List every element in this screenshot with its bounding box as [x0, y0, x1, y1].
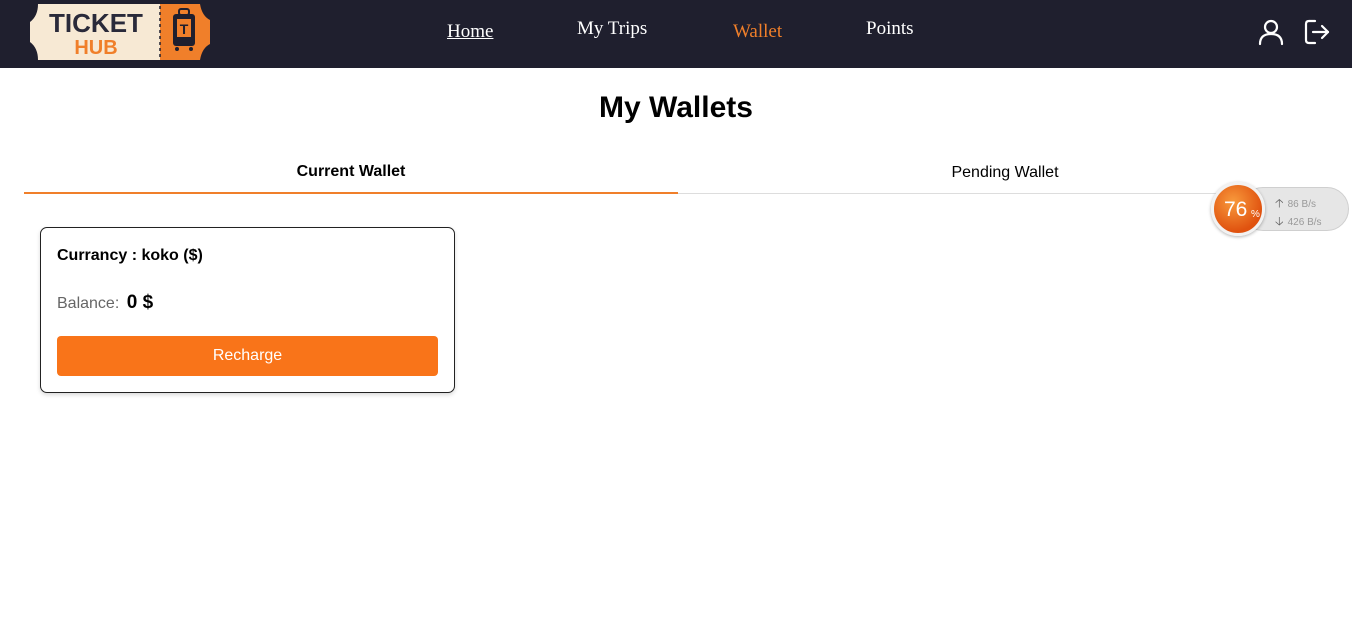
network-speed-widget[interactable]: 🡡 86 B/s 🡣 426 B/s 76 %	[1211, 182, 1349, 236]
logout-icon[interactable]	[1303, 18, 1331, 46]
wallet-balance: Balance: 0 $	[57, 292, 153, 314]
page-title: My Wallets	[599, 91, 753, 124]
download-speed-value: 426 B/s	[1287, 217, 1322, 228]
top-navbar: T TICKET HUB Home My Trips Wallet Points	[0, 0, 1352, 68]
nav-wallet-link[interactable]: Wallet	[733, 21, 782, 43]
memory-usage-percent: 76	[1224, 198, 1248, 221]
upload-speed-value: 86 B/s	[1287, 199, 1316, 210]
tab-current-wallet[interactable]: Current Wallet	[24, 152, 678, 194]
svg-text:T: T	[180, 21, 189, 37]
wallet-currency: Currancy : koko ($)	[57, 247, 203, 264]
percent-sign: %	[1251, 209, 1260, 220]
nav-home-link[interactable]: Home	[447, 21, 493, 43]
svg-text:HUB: HUB	[74, 37, 117, 59]
download-speed: 🡣 426 B/s	[1275, 212, 1322, 233]
download-arrow-icon: 🡣	[1275, 214, 1284, 228]
balance-label: Balance:	[57, 295, 120, 312]
memory-usage-circle[interactable]: 76 %	[1211, 182, 1265, 236]
ticket-hub-logo[interactable]: T TICKET HUB	[30, 4, 210, 60]
wallet-card: Currancy : koko ($) Balance: 0 $ Recharg…	[40, 227, 455, 393]
upload-arrow-icon: 🡡	[1275, 196, 1284, 210]
recharge-button[interactable]: Recharge	[57, 336, 438, 376]
nav-my-trips-link[interactable]: My Trips	[577, 18, 647, 40]
wallet-tabs: Current Wallet Pending Wallet	[24, 152, 1332, 194]
nav-points-link[interactable]: Points	[866, 18, 914, 40]
balance-value: 0 $	[126, 292, 154, 313]
user-icon[interactable]	[1257, 18, 1285, 46]
svg-text:TICKET: TICKET	[49, 8, 143, 38]
